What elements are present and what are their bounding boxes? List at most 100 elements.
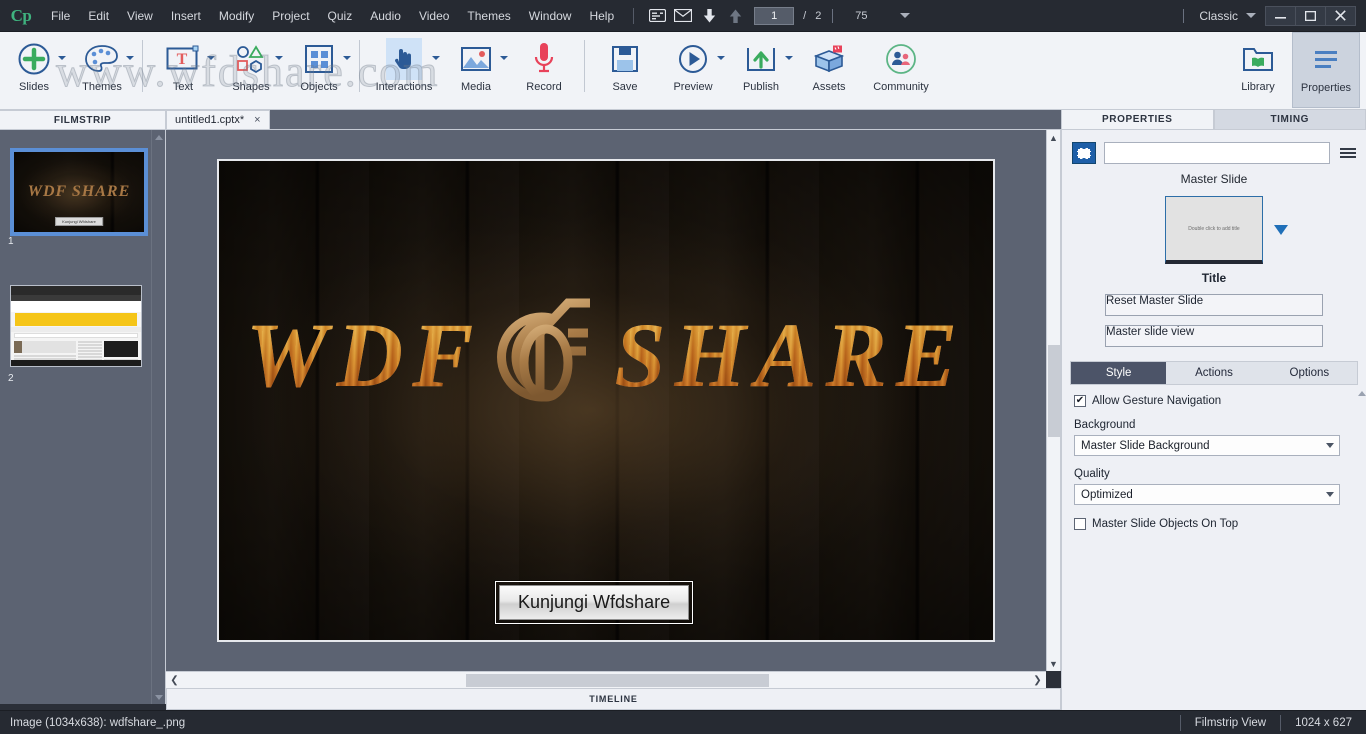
object-name-input[interactable] xyxy=(1104,142,1330,164)
chevron-down-icon[interactable] xyxy=(275,56,283,60)
checkbox-checked-icon[interactable]: ✔ xyxy=(1074,395,1086,407)
toolbar-record[interactable]: Record xyxy=(510,32,578,108)
filmstrip-slide-2[interactable]: 2 xyxy=(8,285,142,384)
toolbar-library-label: Library xyxy=(1241,81,1275,93)
toolbar-media[interactable]: Media xyxy=(442,32,510,108)
menu-window[interactable]: Window xyxy=(520,0,581,32)
panel-scroll-up-icon[interactable] xyxy=(1358,391,1366,396)
canvas-vertical-scrollbar[interactable]: ▲ ▼ xyxy=(1046,130,1061,671)
checkbox-unchecked-icon[interactable] xyxy=(1074,518,1086,530)
kunjungi-wfdshare-button[interactable]: Kunjungi Wfdshare xyxy=(499,585,690,620)
tab-style[interactable]: Style xyxy=(1071,362,1167,384)
master-slide-objects-on-top-row[interactable]: Master Slide Objects On Top xyxy=(1074,518,1356,530)
slide-button-selection[interactable]: Kunjungi Wfdshare xyxy=(495,581,694,624)
toolbar-interactions[interactable]: Interactions xyxy=(366,32,442,108)
slide-logo: WDF SHARE xyxy=(219,289,993,421)
zoom-level[interactable]: 75 xyxy=(844,10,878,22)
scroll-up-icon[interactable]: ▲ xyxy=(1047,130,1060,145)
minimize-icon[interactable] xyxy=(1265,5,1296,26)
scroll-up-icon[interactable] xyxy=(152,130,166,144)
background-select[interactable]: Master Slide Background xyxy=(1074,435,1340,456)
menu-themes[interactable]: Themes xyxy=(458,0,519,32)
allow-gesture-navigation-row[interactable]: ✔ Allow Gesture Navigation xyxy=(1074,395,1356,407)
menu-insert[interactable]: Insert xyxy=(162,0,210,32)
toolbar-slides[interactable]: Slides xyxy=(0,32,68,108)
quality-select[interactable]: Optimized xyxy=(1074,484,1340,505)
chevron-down-icon[interactable] xyxy=(58,56,66,60)
zoom-dropdown-icon[interactable] xyxy=(900,13,911,18)
scroll-down-icon[interactable] xyxy=(152,690,166,704)
toolbar-library[interactable]: Library xyxy=(1224,32,1292,108)
menu-file[interactable]: File xyxy=(42,0,79,32)
filmstrip-slide-1[interactable]: WDF SHARE Kunjungi Wfdshare 1 xyxy=(8,148,148,247)
background-label: Background xyxy=(1074,419,1136,431)
menu-video[interactable]: Video xyxy=(410,0,458,32)
workspace-label[interactable]: Classic xyxy=(1199,9,1238,23)
toolbar-text[interactable]: T Text xyxy=(149,32,217,108)
arrow-down-icon[interactable] xyxy=(696,0,722,32)
menu-help[interactable]: Help xyxy=(580,0,623,32)
properties-panel: Master Slide Double click to add title T… xyxy=(1061,130,1366,710)
chevron-down-icon[interactable] xyxy=(207,56,215,60)
reset-master-slide-button[interactable]: Reset Master Slide xyxy=(1105,294,1323,316)
document-tab-bar: untitled1.cptx* × xyxy=(166,110,1061,130)
svg-text:T: T xyxy=(177,51,188,68)
chevron-down-icon[interactable] xyxy=(1326,492,1334,497)
closed-captioning-icon[interactable] xyxy=(644,0,670,32)
master-slide-view-button[interactable]: Master slide view xyxy=(1105,325,1323,347)
mail-icon[interactable] xyxy=(670,0,696,32)
tab-options[interactable]: Options xyxy=(1261,362,1357,384)
scroll-right-icon[interactable]: ❯ xyxy=(1029,675,1046,686)
menu-project[interactable]: Project xyxy=(263,0,318,32)
slide-stage[interactable]: WDF SHARE Kunjungi Wfdshare xyxy=(217,159,995,642)
menu-modify[interactable]: Modify xyxy=(210,0,263,32)
horizontal-scroll-thumb[interactable] xyxy=(466,673,769,687)
maximize-icon[interactable] xyxy=(1295,5,1326,26)
chevron-down-icon[interactable] xyxy=(343,56,351,60)
chevron-down-icon[interactable] xyxy=(1274,225,1288,235)
chevron-down-icon[interactable] xyxy=(500,56,508,60)
horizontal-scroll-track[interactable] xyxy=(183,673,1029,688)
filmstrip-header: FILMSTRIP xyxy=(0,110,166,130)
toolbar-assets[interactable]: Assets xyxy=(795,32,863,108)
panel-menu-icon[interactable] xyxy=(1338,148,1356,158)
toolbar-properties[interactable]: Properties xyxy=(1292,32,1360,108)
document-tab[interactable]: untitled1.cptx* × xyxy=(166,110,270,129)
menu-view[interactable]: View xyxy=(118,0,162,32)
toolbar-community[interactable]: Community xyxy=(863,32,939,108)
slide-1-number: 1 xyxy=(8,236,14,247)
toolbar-themes[interactable]: Themes xyxy=(68,32,136,108)
toolbar-objects[interactable]: Objects xyxy=(285,32,353,108)
tab-properties[interactable]: PROPERTIES xyxy=(1061,110,1214,130)
timeline-panel-header[interactable]: TIMELINE xyxy=(166,688,1061,710)
toolbar-shapes[interactable]: Shapes xyxy=(217,32,285,108)
chevron-down-icon[interactable] xyxy=(126,56,134,60)
scroll-left-icon[interactable]: ❮ xyxy=(166,675,183,686)
close-icon[interactable] xyxy=(1325,5,1356,26)
toolbar-preview[interactable]: Preview xyxy=(659,32,727,108)
slide-type-icon[interactable] xyxy=(1072,142,1096,164)
canvas-horizontal-scrollbar[interactable]: ❮ ❯ xyxy=(166,671,1046,688)
upload-box-icon xyxy=(746,38,776,80)
chevron-down-icon[interactable] xyxy=(1326,443,1334,448)
scroll-down-icon[interactable]: ▼ xyxy=(1047,656,1060,671)
arrow-up-icon[interactable] xyxy=(722,0,748,32)
menu-edit[interactable]: Edit xyxy=(79,0,118,32)
toolbar-save[interactable]: Save xyxy=(591,32,659,108)
menu-audio[interactable]: Audio xyxy=(361,0,410,32)
slide-canvas-area[interactable]: WDF SHARE Kunjungi Wfdshare xyxy=(166,130,1046,671)
filmstrip-scrollbar[interactable] xyxy=(151,130,165,704)
close-icon[interactable]: × xyxy=(254,114,260,126)
chevron-down-icon[interactable] xyxy=(432,56,440,60)
status-view-mode[interactable]: Filmstrip View xyxy=(1179,714,1280,731)
current-page-input[interactable]: 1 xyxy=(754,6,795,25)
master-slide-thumbnail[interactable]: Double click to add title xyxy=(1165,196,1288,264)
toolbar-publish[interactable]: Publish xyxy=(727,32,795,108)
chevron-down-icon[interactable] xyxy=(785,56,793,60)
workspace-dropdown-icon[interactable] xyxy=(1246,13,1256,18)
tab-actions[interactable]: Actions xyxy=(1166,362,1262,384)
menu-quiz[interactable]: Quiz xyxy=(319,0,362,32)
chevron-down-icon[interactable] xyxy=(717,56,725,60)
tab-timing[interactable]: TIMING xyxy=(1213,110,1366,130)
vertical-scroll-thumb[interactable] xyxy=(1048,345,1060,437)
